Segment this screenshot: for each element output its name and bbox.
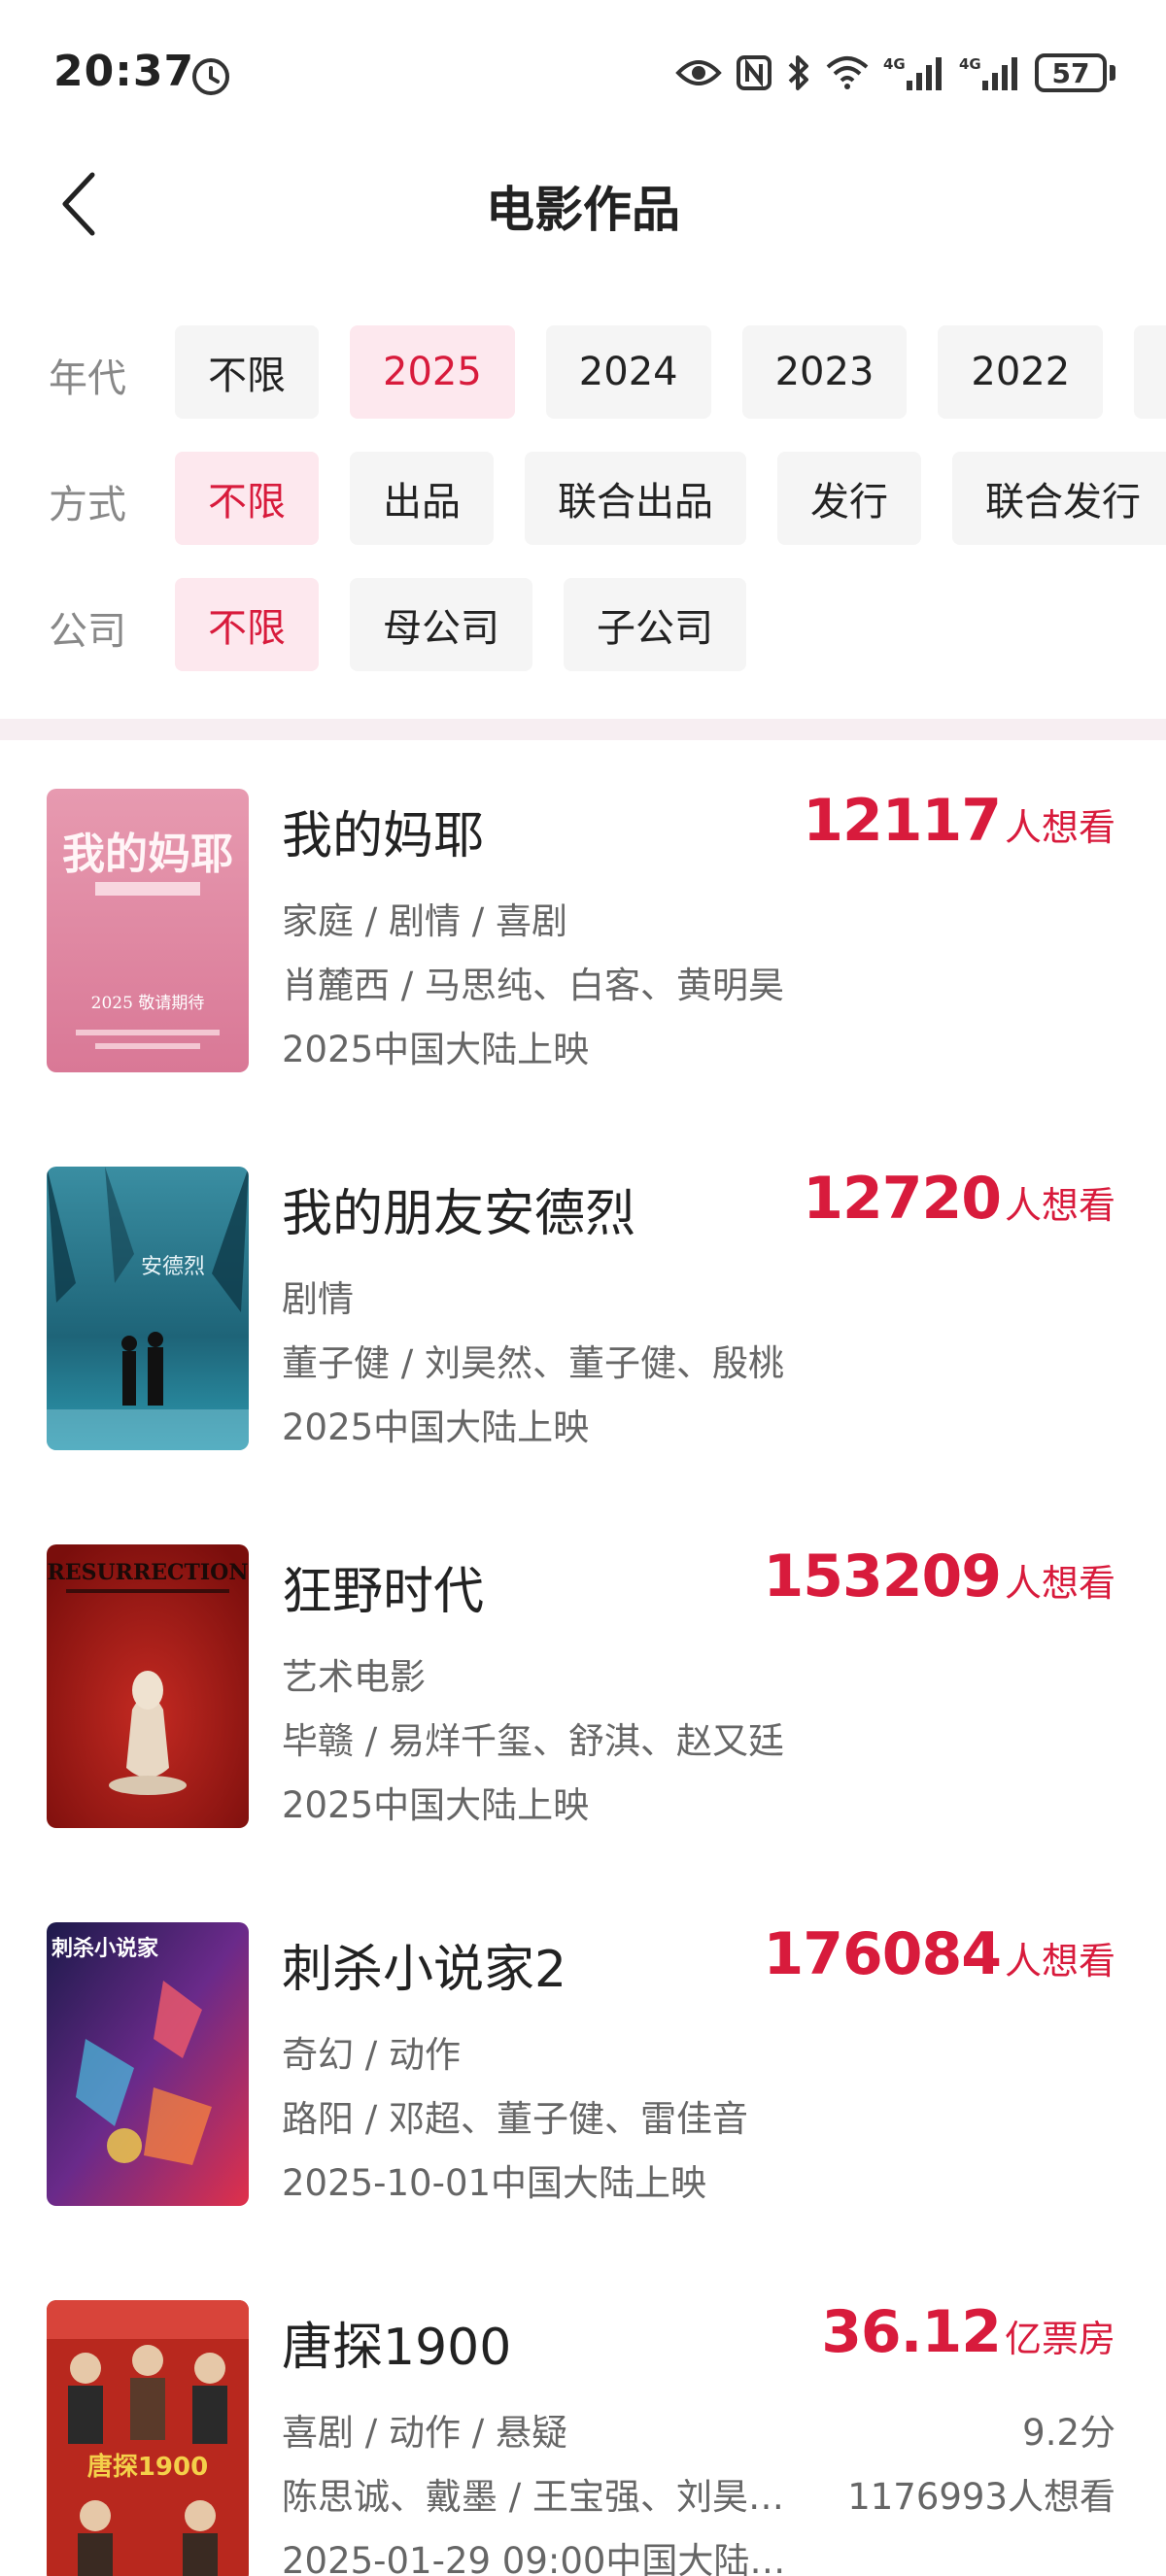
filter-label-year: 年代 (49, 356, 126, 401)
movie-release: 2025中国大陆上映 (282, 1784, 590, 1826)
filter-label-mode: 方式 (49, 483, 126, 527)
movie-people: 董子健 / 刘昊然、董子健、殷桃 (282, 1342, 784, 1384)
movie-people: 路阳 / 邓超、董子健、雷佳音 (282, 2098, 748, 2140)
eye-icon (675, 60, 722, 85)
movie-list: 我的妈耶 2025 敬请期待 我的妈耶 12117 人想看 家庭 / 剧情 / … (0, 740, 1166, 2576)
status-bar: 20:37 4G 4G 57 (0, 0, 1166, 146)
chip-year-2023[interactable]: 2023 (741, 325, 908, 419)
poster-subtitle: 2025 敬请期待 (91, 994, 205, 1013)
chip-year-more[interactable]: 2 (1134, 325, 1166, 419)
movie-item[interactable]: 我的妈耶 2025 敬请期待 我的妈耶 12117 人想看 家庭 / 剧情 / … (0, 740, 1166, 1118)
wish-stat: 12720 人想看 (803, 1165, 1115, 1233)
chip-mode-unlimited[interactable]: 不限 (175, 452, 319, 545)
chip-mode-co-produce[interactable]: 联合出品 (525, 452, 746, 545)
movie-people: 毕赣 / 易烊千玺、舒淇、赵又廷 (282, 1720, 784, 1762)
chip-mode-produce[interactable]: 出品 (350, 452, 494, 545)
status-time: 20:37 (53, 47, 195, 96)
poster-title: 刺杀小说家 (51, 1936, 159, 1961)
movie-item[interactable]: 安德烈 我的朋友安德烈 12720 人想看 剧情 董子健 / 刘昊然、董子健、殷… (0, 1118, 1166, 1496)
movie-poster[interactable]: 我的妈耶 2025 敬请期待 (47, 789, 249, 1072)
chip-year-2022[interactable]: 2022 (938, 325, 1104, 419)
wish-stat: 176084 人想看 (763, 1920, 1115, 1988)
poster-title: RESURRECTION (48, 1560, 249, 1585)
filter-label-company: 公司 (49, 609, 126, 654)
movie-people: 肖麓西 / 马思纯、白客、黄明昊 (282, 965, 784, 1006)
movie-genre: 艺术电影 (282, 1656, 426, 1698)
movie-item[interactable]: 唐探1900 唐探1900 36.12 亿票房 9.2分 1176993人想看 … (0, 2252, 1166, 2576)
movie-title: 刺杀小说家2 (282, 1941, 567, 1999)
filter-row-company: 公司 不限 母公司 子公司 (0, 578, 1166, 671)
movie-item[interactable]: RESURRECTION 狂野时代 153209 人想看 艺术电影 毕赣 / 易… (0, 1496, 1166, 1874)
poster-title: 我的妈耶 (62, 830, 233, 879)
battery-level: 57 (1035, 53, 1107, 92)
stat-number: 176084 (763, 1920, 1001, 1988)
movie-poster[interactable]: RESURRECTION (47, 1544, 249, 1828)
filter-panel: 年代 不限 2025 2024 2023 2022 2 方式 不限 出品 联合出… (0, 325, 1166, 704)
chip-company-parent[interactable]: 母公司 (350, 578, 532, 671)
movie-rating: 9.2分 (1022, 2412, 1115, 2454)
movie-item[interactable]: 刺杀小说家 刺杀小说家2 176084 人想看 奇幻 / 动作 路阳 / 邓超、… (0, 1874, 1166, 2252)
svg-text:4G: 4G (959, 55, 981, 73)
page-title: 电影作品 (486, 182, 680, 238)
filter-row-year: 年代 不限 2025 2024 2023 2022 2 (0, 325, 1166, 419)
bluetooth-icon (788, 55, 808, 90)
section-divider (0, 719, 1166, 740)
wifi-icon (826, 56, 869, 89)
stat-unit: 人想看 (1004, 1562, 1115, 1605)
movie-release: 2025中国大陆上映 (282, 1407, 590, 1448)
status-icons: 4G 4G 57 (675, 49, 1115, 97)
movie-genre: 家庭 / 剧情 / 喜剧 (282, 900, 567, 942)
movie-release: 2025-10-01中国大陆上映 (282, 2162, 707, 2204)
signal-4g-icon: 4G (883, 55, 942, 90)
movie-title: 唐探1900 (282, 2319, 512, 2377)
poster-title: 唐探1900 (87, 2452, 208, 2482)
movie-people: 陈思诚、戴墨 / 王宝强、刘昊… (282, 2476, 784, 2518)
stat-unit: 人想看 (1004, 1184, 1115, 1227)
movie-genre: 剧情 (282, 1278, 354, 1320)
chip-year-2024[interactable]: 2024 (545, 325, 711, 419)
movie-genre: 喜剧 / 动作 / 悬疑 (282, 2412, 567, 2454)
stat-unit: 亿票房 (1004, 2318, 1115, 2360)
chip-year-unlimited[interactable]: 不限 (175, 325, 319, 419)
clock-badge-icon (192, 58, 229, 95)
header: 电影作品 (0, 146, 1166, 262)
movie-title: 我的妈耶 (282, 807, 485, 865)
stat-number: 153209 (763, 1542, 1001, 1610)
chip-mode-distribute[interactable]: 发行 (777, 452, 921, 545)
movie-release: 2025-01-29 09:00中国大陆… (282, 2540, 786, 2576)
stat-number: 36.12 (821, 2298, 1002, 2366)
filter-row-mode: 方式 不限 出品 联合出品 发行 联合发行 (0, 452, 1166, 545)
stat-number: 12117 (803, 787, 1002, 855)
nfc-icon (737, 55, 772, 90)
chip-year-2025[interactable]: 2025 (350, 325, 515, 419)
stat-unit: 人想看 (1004, 806, 1115, 849)
chip-company-unlimited[interactable]: 不限 (175, 578, 319, 671)
stat-number: 12720 (803, 1165, 1002, 1233)
poster-title: 安德烈 (141, 1255, 205, 1279)
wish-stat: 153209 人想看 (763, 1542, 1115, 1610)
stat-unit: 人想看 (1004, 1940, 1115, 1983)
movie-genre: 奇幻 / 动作 (282, 2034, 461, 2076)
movie-wish-count: 1176993人想看 (847, 2476, 1115, 2518)
movie-title: 狂野时代 (282, 1563, 485, 1621)
chip-company-subsidiary[interactable]: 子公司 (564, 578, 746, 671)
wish-stat: 12117 人想看 (803, 787, 1115, 855)
movie-poster[interactable]: 唐探1900 (47, 2300, 249, 2576)
signal-4g-icon: 4G (959, 55, 1017, 90)
svg-text:4G: 4G (883, 55, 906, 73)
movie-poster[interactable]: 安德烈 (47, 1167, 249, 1450)
box-office-stat: 36.12 亿票房 (821, 2298, 1115, 2366)
movie-title: 我的朋友安德烈 (282, 1185, 636, 1243)
battery-icon: 57 (1035, 53, 1115, 92)
movie-release: 2025中国大陆上映 (282, 1029, 590, 1070)
chip-mode-co-distribute[interactable]: 联合发行 (952, 452, 1166, 545)
movie-poster[interactable]: 刺杀小说家 (47, 1922, 249, 2206)
